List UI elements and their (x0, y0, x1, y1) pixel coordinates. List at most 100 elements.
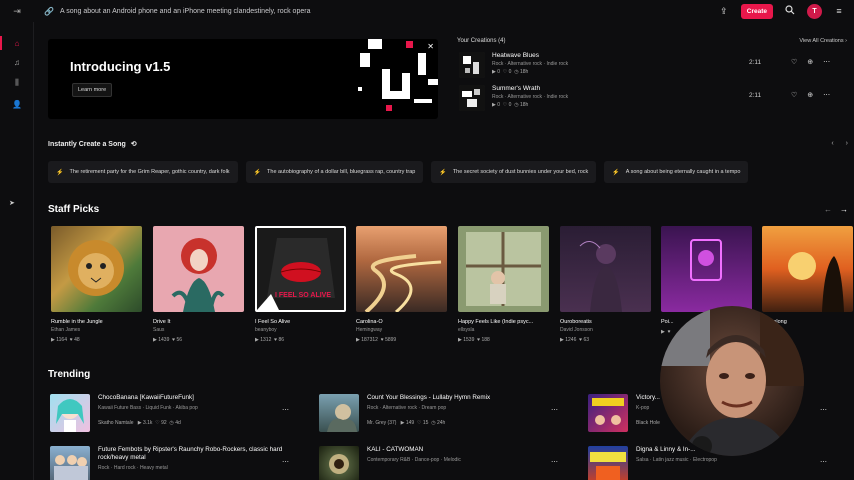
card-title: Ouroboreatis (560, 319, 592, 325)
like-icon[interactable]: ♡ (791, 91, 797, 99)
trending-stats: Black Hole (636, 420, 660, 426)
like-icon[interactable]: ♡ (791, 58, 797, 66)
more-icon[interactable]: ⋯ (282, 406, 289, 414)
menu-icon[interactable]: ≡ (832, 6, 846, 16)
trending-thumbnail (50, 394, 90, 432)
creation-actions: ♡ ⊕ ⋯ (791, 58, 830, 66)
creation-thumbnail (459, 85, 485, 111)
song-card[interactable]: Happy Feels Like (Indie psyc... ellsysla… (458, 226, 549, 343)
trending-header: Trending (48, 369, 91, 380)
instant-create-nav: ‹ › (831, 140, 848, 147)
creation-duration: 2:11 (749, 92, 762, 99)
trending-item[interactable]: KALI - CATWOMAN Contemporary R&B · Dance… (319, 446, 569, 480)
creation-row[interactable]: Heatwave Blues Rock · Alternative rock ·… (457, 52, 847, 85)
hero-artwork (358, 39, 438, 111)
next-arrow-icon[interactable]: → (840, 205, 848, 214)
mouse-cursor-icon: ➤ (9, 200, 15, 207)
trending-tags: Kawaii Future Bass · Liquid Funk · Akiba… (98, 405, 198, 411)
more-icon[interactable]: ⋯ (820, 458, 827, 466)
card-artist: ellsysla (458, 327, 475, 333)
learn-more-button[interactable]: Learn more (72, 83, 113, 97)
sidebar: ⌂ ♫ ⫼ 👤 (0, 22, 34, 480)
trending-item[interactable]: Future Fembots by Ripster's Raunchy Robo… (50, 446, 300, 480)
prompt-chip[interactable]: ⚡ The retirement party for the Grim Reape… (48, 161, 238, 183)
trending-thumbnail (588, 446, 628, 480)
trending-item[interactable]: ChocoBanana [KawaiiFutureFunk] Kawaii Fu… (50, 394, 300, 434)
add-icon[interactable]: ⊕ (807, 91, 813, 99)
more-icon[interactable]: ⋯ (551, 458, 558, 466)
bolt-icon: ⚡ (439, 169, 447, 176)
add-icon[interactable]: ⊕ (807, 58, 813, 66)
trending-thumbnail (319, 394, 359, 432)
song-card[interactable]: ...t Belong ♥ 51 (762, 226, 853, 335)
close-icon[interactable]: ✕ (427, 42, 434, 51)
more-icon[interactable]: ⋯ (820, 406, 827, 414)
music-icon[interactable]: ♫ (10, 55, 24, 69)
creations-header: Your Creations (4) (457, 38, 506, 44)
prompt-bar[interactable]: 🔗 A song about an Android phone and an i… (34, 7, 717, 16)
next-arrow-icon[interactable]: › (846, 140, 848, 147)
create-button[interactable]: Create (740, 3, 773, 19)
trending-tags: Salsa · Latin jazz music · Electropop (636, 457, 717, 463)
collapse-sidebar-icon[interactable]: ⇥ (0, 0, 34, 22)
creation-title: Heatwave Blues (492, 52, 539, 59)
prompt-chip[interactable]: ⚡ The autobiography of a dollar bill, blu… (245, 161, 424, 183)
creation-row[interactable]: Summer's Wrath Rock · Alternative rock ·… (457, 85, 847, 118)
cover-art (762, 226, 853, 312)
trending-thumbnail (588, 394, 628, 432)
more-icon[interactable]: ⋯ (551, 406, 558, 414)
song-card[interactable]: Ouroboreatis David Jonsson ▶ 1246 ♥ 63 (560, 226, 651, 343)
profile-icon[interactable]: 👤 (10, 97, 24, 111)
trending-item[interactable]: Count Your Blessings - Lullaby Hymn Remi… (319, 394, 569, 434)
more-icon[interactable]: ⋯ (823, 91, 830, 99)
trending-tags: Contemporary R&B · Dance-pop · Melodic (367, 457, 461, 463)
creation-stats: ▶ 0 ♡ 0 ◷ 18h (492, 102, 529, 108)
more-icon[interactable]: ⋯ (282, 458, 289, 466)
card-title: Drive It (153, 319, 171, 325)
creation-thumbnail (459, 52, 485, 78)
webcam-overlay (660, 306, 804, 456)
upload-icon[interactable]: ⇪ (717, 6, 731, 17)
avatar[interactable]: T (807, 3, 822, 19)
more-icon[interactable]: ⋯ (823, 58, 830, 66)
top-bar-actions: ⇪ Create T ≡ (717, 3, 854, 19)
prompt-chip[interactable]: ⚡ The secret society of dust bunnies unde… (431, 161, 597, 183)
song-card[interactable]: Carolina-O Hemingway ▶ 187312 ♥ 5899 (356, 226, 447, 343)
search-icon[interactable] (783, 5, 797, 17)
prev-arrow-icon[interactable]: ‹ (831, 140, 833, 147)
your-creations: Your Creations (4) View All Creations › … (457, 38, 847, 118)
trending-title: KALI - CATWOMAN (367, 446, 424, 453)
card-stats: ▶ 1539 ♥ 188 (458, 337, 490, 343)
song-card[interactable]: Rumble in the Jungle Ethan James ▶ 1164 … (51, 226, 142, 343)
creation-duration: 2:11 (749, 59, 762, 66)
trending-tags: Rock · Hard rock · Heavy metal (98, 465, 168, 471)
card-stats: ▶ 1439 ♥ 56 (153, 337, 183, 343)
song-card[interactable]: Drive It Saus ▶ 1439 ♥ 56 (153, 226, 244, 343)
song-card[interactable]: I FEEL SO ALIVE I Feel So Alive beanyboy… (255, 226, 346, 343)
view-all-creations-link[interactable]: View All Creations › (799, 38, 847, 44)
creation-tags: Rock · Alternative rock · Indie rock (492, 61, 569, 67)
top-bar: ⇥ 🔗 A song about an Android phone and an… (0, 0, 854, 22)
instant-create-header: Instantly Create a Song ⟲ (48, 140, 137, 149)
active-indicator (0, 36, 2, 50)
app-root: { "topbar": { "prompt": "A song about an… (0, 0, 854, 480)
library-icon[interactable]: ⫼ (10, 76, 24, 90)
card-artist: beanyboy (255, 327, 277, 333)
trending-title: Count Your Blessings - Lullaby Hymn Remi… (367, 394, 491, 401)
bolt-icon: ⚡ (253, 169, 262, 176)
cover-text: I FEEL SO ALIVE (275, 292, 332, 299)
trending-tags: K-pop (636, 405, 650, 411)
prompt-chips: ⚡ The retirement party for the Grim Reape… (48, 161, 848, 183)
card-artist: Saus (153, 327, 165, 333)
card-artist: Hemingway (356, 327, 383, 333)
hero-banner[interactable]: Introducing v1.5 Learn more ✕ (48, 39, 438, 119)
refresh-icon[interactable]: ⟲ (131, 140, 137, 148)
prev-arrow-icon[interactable]: ← (824, 205, 832, 214)
prompt-text: A song about an Android phone and an iPh… (59, 7, 311, 15)
cover-art (560, 226, 651, 312)
hero-title: Introducing v1.5 (70, 59, 171, 74)
prompt-chip[interactable]: ⚡ A song about being eternally caught in … (604, 161, 749, 183)
home-icon[interactable]: ⌂ (10, 36, 24, 50)
trending-tags: Rock · Alternative rock · Dream pop (367, 405, 447, 411)
trending-stats: Mr. Grey (37) ▶ 149 ♡ 15 ◷ 24h (367, 420, 446, 426)
